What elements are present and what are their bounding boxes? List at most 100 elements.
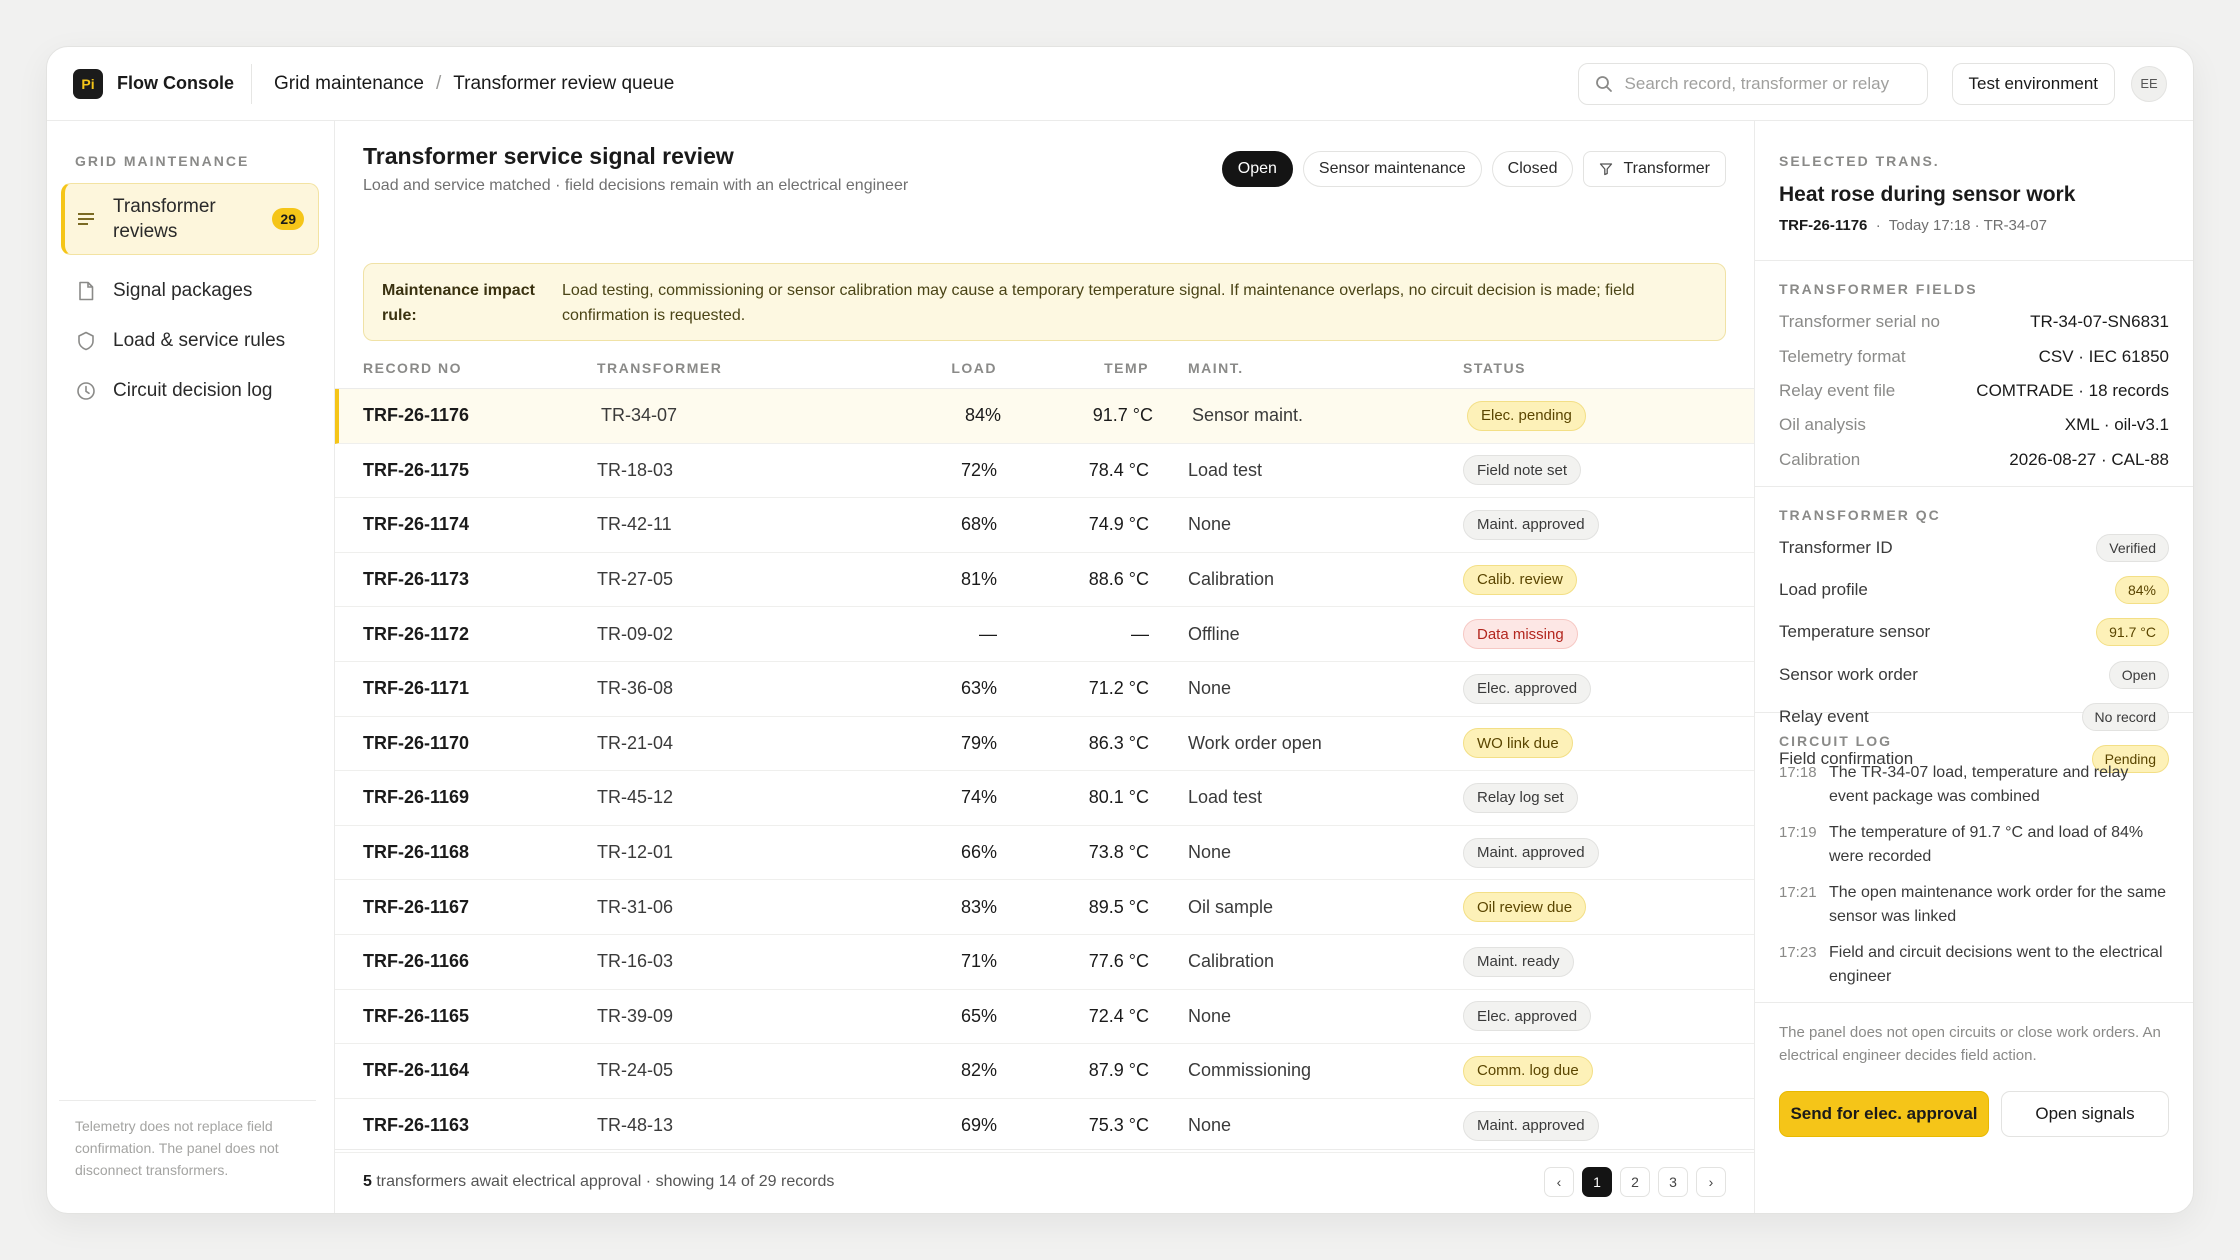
app-logo: Pi (73, 68, 103, 99)
send-for-approval-button[interactable]: Send for elec. approval (1779, 1091, 1989, 1137)
table-header: RECORD NO TRANSFORMER LOAD TEMP MAINT. S… (335, 347, 1754, 389)
pager-prev-button[interactable]: ‹ (1544, 1166, 1574, 1197)
table-row[interactable]: TRF-26-1174 TR-42-11 68% 74.9 °C None Maint. … (335, 498, 1754, 553)
field-value: XML · oil-v3.1 (2064, 415, 2169, 435)
column-header-maint[interactable]: MAINT. (1188, 347, 1244, 388)
table-row[interactable]: TRF-26-1172 TR-09-02 — — Offline Data missing (335, 607, 1754, 662)
column-header-transformer[interactable]: TRANSFORMER (597, 347, 722, 388)
record-id: TRF-26-1164 (363, 1060, 470, 1081)
filter-transformer[interactable]: Transformer (1583, 151, 1726, 187)
table-row[interactable]: TRF-26-1167 TR-31-06 83% 89.5 °C Oil sample O… (335, 880, 1754, 935)
main-panel: Transformer service signal review Load a… (335, 121, 1755, 1213)
filter-icon (1600, 163, 1613, 176)
temp-value: 78.4 °C (1088, 459, 1149, 480)
field-value: COMTRADE · 18 records (1976, 380, 2169, 400)
transformer-id: TR-31-06 (597, 896, 674, 917)
brand[interactable]: Pi Flow Console (47, 47, 251, 120)
status-badge: Maint. approved (1463, 837, 1599, 868)
pager-next-button[interactable]: › (1696, 1166, 1726, 1197)
status-cell: WO link due (1463, 717, 1573, 771)
filter-closed[interactable]: Closed (1491, 151, 1574, 187)
record-id: TRF-26-1175 (363, 459, 470, 480)
status-badge: WO link due (1463, 728, 1573, 759)
column-header-status[interactable]: STATUS (1463, 347, 1526, 388)
notice-text: Load testing, commissioning or sensor ca… (562, 282, 1635, 324)
field-label: Transformer serial no (1779, 312, 1940, 332)
status-cell: Relay log set (1463, 771, 1578, 825)
transformer-id: TR-12-01 (597, 842, 674, 863)
filter-bar: Open Sensor maintenance Closed Transform… (1212, 151, 1726, 187)
column-header-load[interactable]: LOAD (815, 347, 997, 388)
table-row[interactable]: TRF-26-1169 TR-45-12 74% 80.1 °C Load test Re… (335, 771, 1754, 826)
sidebar-item-signal-packages[interactable]: Signal packages (61, 269, 319, 313)
pager-page-1[interactable]: 1 (1582, 1166, 1612, 1197)
load-value: 65% (960, 1005, 997, 1026)
qc-label: Transformer ID (1779, 538, 1893, 558)
temp-value: — (1131, 623, 1149, 644)
page-subtitle: Load and service matched · field decisio… (363, 177, 909, 194)
filter-label: Transformer (1623, 160, 1710, 177)
table-row[interactable]: TRF-26-1166 TR-16-03 71% 77.6 °C Calibration… (335, 935, 1754, 990)
maintenance-type: Oil sample (1188, 896, 1274, 917)
sidebar: GRID MAINTENANCE Transformer reviews 29 … (47, 121, 335, 1213)
temp-value: 72.4 °C (1088, 1005, 1149, 1026)
filter-open[interactable]: Open (1221, 151, 1293, 187)
table-row[interactable]: TRF-26-1168 TR-12-01 66% 73.8 °C None Maint. … (335, 826, 1754, 881)
temp-value: 73.8 °C (1088, 842, 1149, 863)
breadcrumb-grid-maintenance[interactable]: Grid maintenance (274, 73, 424, 95)
sidebar-item-circuit-decision-log[interactable]: Circuit decision log (61, 369, 319, 413)
sidebar-item-load-service-rules[interactable]: Load & service rules (61, 319, 319, 363)
log-entry: 17:23 Field and circuit decisions went to… (1779, 941, 2169, 989)
pager-page-2[interactable]: 2 (1620, 1166, 1650, 1197)
qc-label: Temperature sensor (1779, 622, 1931, 642)
filter-sensor-maintenance[interactable]: Sensor maintenance (1302, 151, 1482, 187)
selected-meta: TRF-26-1176 · Today 17:18 · TR-34-07 (1779, 217, 2047, 234)
status-badge: Comm. log due (1463, 1055, 1593, 1086)
temp-value: 75.3 °C (1088, 1115, 1149, 1136)
status-badge: Calib. review (1463, 564, 1577, 595)
sidebar-item-transformer-reviews[interactable]: Transformer reviews 29 (61, 183, 319, 255)
footer-text: transformers await electrical approval ·… (371, 1172, 835, 1190)
breadcrumb-separator: / (435, 72, 442, 94)
transformer-id: TR-36-08 (597, 678, 674, 699)
maintenance-type: Calibration (1188, 569, 1275, 590)
load-value: 81% (960, 569, 997, 590)
environment-button[interactable]: Test environment (1951, 62, 2115, 105)
status-cell: Comm. log due (1463, 1044, 1593, 1098)
avatar[interactable]: EE (2131, 65, 2167, 102)
shield-icon (75, 330, 97, 352)
table-row[interactable]: TRF-26-1163 TR-48-13 69% 75.3 °C None Maint. … (335, 1099, 1754, 1154)
sidebar-item-label: Transformer reviews (113, 196, 216, 242)
load-value: 71% (960, 951, 997, 972)
column-header-record[interactable]: RECORD NO (363, 347, 462, 388)
table-row[interactable]: TRF-26-1165 TR-39-09 65% 72.4 °C None Elec. a… (335, 990, 1754, 1045)
transformer-id: TR-34-07 (601, 405, 678, 426)
panel-actions: Send for elec. approval Open signals (1779, 1091, 2169, 1137)
table-row[interactable]: TRF-26-1164 TR-24-05 82% 87.9 °C Commissioni… (335, 1044, 1754, 1099)
load-value: 66% (960, 842, 997, 863)
document-icon (75, 280, 97, 302)
maintenance-type: None (1188, 678, 1232, 699)
table-row[interactable]: TRF-26-1175 TR-18-03 72% 78.4 °C Load test Fi… (335, 444, 1754, 499)
field-label: Telemetry format (1779, 346, 1906, 366)
temp-value: 80.1 °C (1088, 787, 1149, 808)
search-input[interactable]: Search record, transformer or relay (1577, 62, 1928, 105)
maintenance-notice: Maintenance impact rule: Load testing, c… (363, 263, 1726, 341)
awaiting-count: 5 (363, 1172, 372, 1190)
table-row[interactable]: TRF-26-1171 TR-36-08 63% 71.2 °C None Elec. a… (335, 662, 1754, 717)
table-row[interactable]: TRF-26-1173 TR-27-05 81% 88.6 °C Calibration… (335, 553, 1754, 608)
table-row[interactable]: TRF-26-1170 TR-21-04 79% 86.3 °C Work order … (335, 717, 1754, 772)
maintenance-type: Commissioning (1188, 1060, 1312, 1081)
transformer-id: TR-42-11 (597, 514, 672, 535)
load-value: 69% (960, 1115, 997, 1136)
field-row: Transformer serial no TR-34-07-SN6831 (1779, 305, 2169, 339)
list-icon (75, 208, 97, 230)
pager-page-3[interactable]: 3 (1658, 1166, 1688, 1197)
log-time: 17:23 (1779, 944, 1817, 961)
column-header-temp[interactable]: TEMP (1025, 347, 1149, 388)
log-time: 17:19 (1779, 824, 1817, 841)
field-value: TR-34-07-SN6831 (2030, 312, 2169, 332)
sidebar-heading: GRID MAINTENANCE (75, 153, 250, 169)
table-row[interactable]: TRF-26-1176 TR-34-07 84% 91.7 °C Sensor main… (335, 389, 1754, 444)
open-signals-button[interactable]: Open signals (2001, 1091, 2169, 1137)
